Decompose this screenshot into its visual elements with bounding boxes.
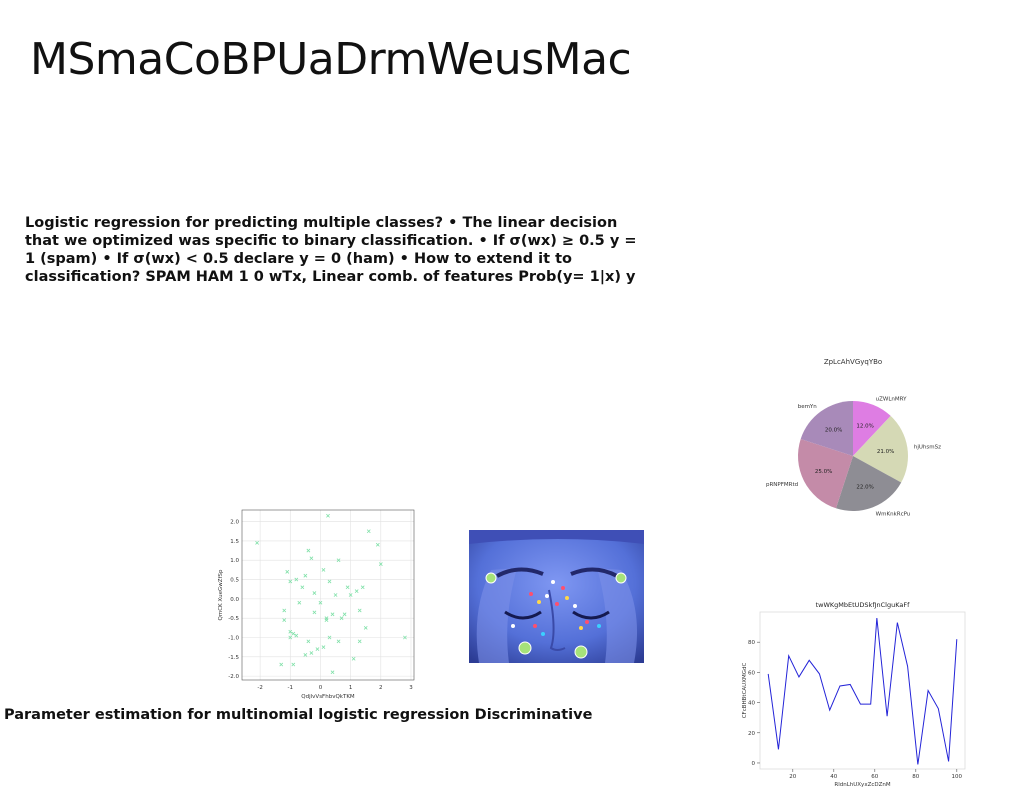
line-chart: twWKgMbEtUDSkfJnClguKaFf 20 40 60 80 100 0 20 40… bbox=[742, 601, 966, 787]
pie-title: ZpLcAhVGyqYBo bbox=[824, 358, 882, 366]
scatter-xtick-label: -1 bbox=[288, 685, 293, 691]
line-ytick-label: 20 bbox=[748, 731, 755, 737]
scatter-point bbox=[357, 639, 362, 644]
scatter-point bbox=[342, 612, 347, 617]
scatter-point bbox=[282, 618, 287, 622]
scatter-chart: -2 -1 0 1 2 3 -2.0 -1.5 -1.0 -0.5 0.0 0.5 1.0 1.5 2.0 Q… bbox=[218, 509, 415, 700]
line-xtick-label: 100 bbox=[952, 774, 963, 780]
pie-value-label: 12.0% bbox=[856, 423, 873, 429]
scatter-ytick-label: 1.0 bbox=[230, 558, 239, 564]
scatter-ytick-label: -2.0 bbox=[228, 674, 239, 680]
scatter-xtick-label: 2 bbox=[379, 685, 383, 691]
line-xtick-label: 20 bbox=[789, 774, 796, 780]
scatter-ytick-label: 2.0 bbox=[230, 520, 239, 526]
scatter-point bbox=[282, 608, 287, 613]
scatter-point bbox=[351, 656, 356, 661]
scatter-point bbox=[255, 540, 259, 545]
scatter-point bbox=[285, 569, 290, 574]
scatter-ytick-label: -1.5 bbox=[228, 655, 239, 661]
scatter-point bbox=[357, 608, 362, 613]
scatter-point bbox=[330, 670, 335, 675]
scatter-point bbox=[306, 639, 311, 644]
scatter-xtick-label: -2 bbox=[257, 685, 262, 691]
scatter-xtick-label: 0 bbox=[319, 685, 323, 691]
scatter-ytick-label: -0.5 bbox=[228, 616, 239, 622]
scatter-point bbox=[327, 579, 332, 584]
scatter-plot-area bbox=[241, 509, 415, 681]
slide-caption: Parameter estimation for multinomial log… bbox=[4, 707, 593, 723]
pie-value-label: 25.0% bbox=[815, 469, 832, 475]
scatter-xtick-label: 3 bbox=[409, 685, 413, 691]
scatter-point bbox=[312, 591, 317, 595]
scatter-point bbox=[315, 647, 320, 651]
scatter-point bbox=[279, 662, 284, 667]
pie-slice-label: bemYn bbox=[798, 404, 818, 410]
scatter-ytick-label: -1.0 bbox=[228, 636, 239, 642]
scatter-point bbox=[324, 618, 329, 622]
scatter-point bbox=[300, 585, 305, 590]
line-xtick-label: 60 bbox=[871, 774, 878, 780]
scatter-point bbox=[291, 631, 296, 636]
scatter-point bbox=[326, 513, 330, 518]
scatter-point bbox=[321, 568, 326, 572]
line-xtick-label: 80 bbox=[912, 774, 919, 780]
scatter-ylabel: QmCK XueGwZfSp bbox=[218, 569, 224, 620]
line-title: twWKgMbEtUDSkfJnClguKaFf bbox=[816, 601, 911, 609]
scatter-point bbox=[294, 633, 299, 638]
scatter-point bbox=[303, 573, 308, 578]
scatter-ytick-label: 0.5 bbox=[230, 578, 239, 584]
line-xtick-label: 40 bbox=[830, 774, 837, 780]
scatter-point bbox=[291, 662, 296, 667]
line-ytick-label: 80 bbox=[748, 640, 755, 646]
scatter-point bbox=[360, 585, 365, 590]
scatter-point bbox=[366, 529, 371, 534]
pie-chart: ZpLcAhVGyqYBo 12.0% uZWLnMRY 21.0% hjUhsmSz 2… bbox=[766, 358, 941, 517]
scatter-point bbox=[375, 542, 380, 547]
scatter-point bbox=[312, 610, 317, 615]
scatter-point bbox=[330, 612, 335, 617]
pie-value-label: 22.0% bbox=[856, 485, 873, 491]
scatter-point bbox=[309, 651, 314, 655]
scatter-point bbox=[309, 556, 314, 561]
scatter-point bbox=[336, 639, 341, 644]
line-ylabel: CFcBHBtCAUXMGdC bbox=[742, 663, 748, 719]
scatter-point bbox=[333, 593, 338, 597]
scatter-xlabel: QdjlvVsFhbvQkTKM bbox=[301, 694, 355, 700]
scatter-point bbox=[297, 600, 302, 605]
line-plot-area bbox=[759, 611, 966, 770]
face-photo bbox=[469, 530, 644, 663]
scatter-point bbox=[354, 589, 359, 594]
line-xlabel: RldnLhUXyxZcDZnM bbox=[834, 782, 890, 787]
scatter-point bbox=[321, 645, 326, 650]
scatter-point bbox=[303, 653, 308, 657]
scatter-ytick-label: 0.0 bbox=[230, 597, 239, 603]
pie-value-label: 20.0% bbox=[825, 427, 842, 433]
line-ytick-label: 60 bbox=[748, 670, 755, 676]
pie-slice-label: pRNPFMRtd bbox=[766, 482, 798, 488]
scatter-ytick-label: 1.5 bbox=[230, 539, 239, 545]
pie-slice-label: hjUhsmSz bbox=[914, 444, 941, 450]
scatter-xtick-label: 1 bbox=[349, 685, 353, 691]
pie-slice-label: uZWLnMRY bbox=[876, 397, 907, 403]
scatter-point bbox=[363, 625, 368, 630]
slide-title: MSmaCoBPUaDrmWeusMac bbox=[30, 34, 632, 85]
pie-value-label: 21.0% bbox=[877, 449, 894, 455]
line-ytick-label: 40 bbox=[748, 701, 755, 707]
line-ytick-label: 0 bbox=[752, 761, 756, 767]
scatter-point bbox=[306, 548, 311, 553]
slide-body-text: Logistic regression for predicting multi… bbox=[25, 215, 637, 285]
pie-slice-label: WmKnkRcPu bbox=[876, 511, 911, 517]
scatter-point bbox=[345, 585, 350, 590]
line-series bbox=[767, 617, 958, 765]
